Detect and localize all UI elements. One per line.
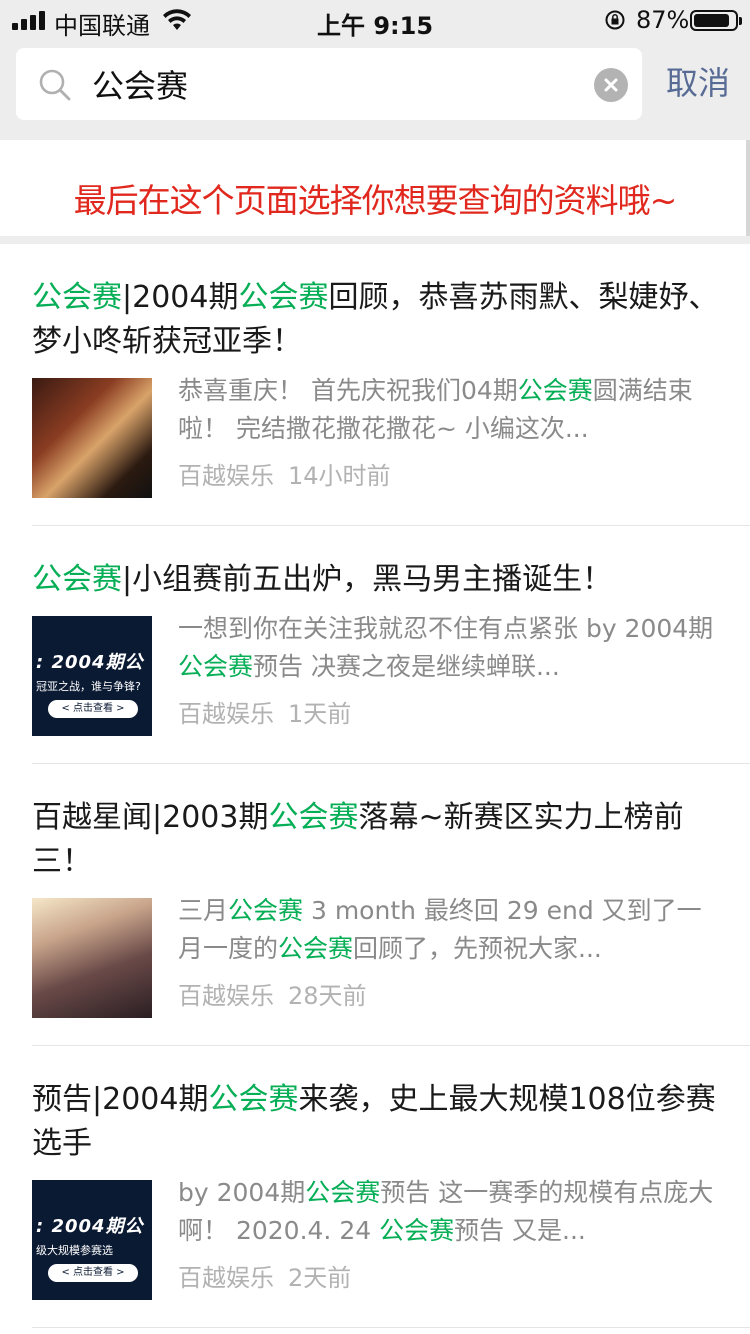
result-meta: 百越娱乐 2天前 — [178, 1258, 351, 1293]
result-time: 14小时前 — [288, 462, 391, 490]
poster-title: : 2004期公 — [36, 652, 144, 673]
battery-percent: 87% — [636, 6, 690, 34]
snippet-segment: 公会赛 — [517, 376, 593, 405]
result-thumbnail: : 2004期公 级大规模参赛选 < 点击查看 > — [32, 1180, 152, 1300]
title-segment: 预告|2004期 — [32, 1082, 209, 1117]
title-segment: 公会赛 — [238, 280, 329, 315]
poster-subtitle: 冠亚之战，谁与争锋? — [36, 680, 141, 693]
poster-button: < 点击查看 > — [48, 1264, 138, 1282]
title-segment: |小组赛前五出炉，黑马男主播诞生！ — [122, 562, 613, 597]
search-box[interactable] — [16, 48, 642, 120]
snippet-segment: 公会赛 — [379, 1216, 455, 1245]
search-input[interactable] — [92, 48, 592, 120]
result-source: 百越娱乐 — [178, 700, 274, 728]
result-meta: 百越娱乐 28天前 — [178, 976, 367, 1011]
snippet-segment: 公会赛 — [278, 934, 354, 963]
snippet-segment: 预告 又是... — [454, 1216, 586, 1245]
search-icon — [39, 69, 71, 101]
banner-edge — [746, 140, 750, 236]
poster-title: : 2004期公 — [36, 1216, 144, 1237]
result-snippet: 一想到你在关注我就忍不住有点紧张 by 2004期公会赛预告 决赛之夜是继续蝉联… — [178, 610, 718, 686]
snippet-segment: 回顾了，先预祝大家... — [353, 934, 602, 963]
result-source: 百越娱乐 — [178, 982, 274, 1010]
snippet-segment: 一想到你在关注我就忍不住有点紧张 by 2004期 — [178, 614, 714, 643]
cancel-button[interactable]: 取消 — [666, 58, 730, 104]
divider — [32, 1327, 750, 1328]
hint-banner-text: 最后在这个页面选择你想要查询的资料哦~ — [73, 181, 678, 220]
poster-button: < 点击查看 > — [48, 700, 138, 718]
result-meta: 百越娱乐 14小时前 — [178, 456, 391, 491]
result-time: 1天前 — [288, 700, 352, 728]
title-segment: 公会赛 — [268, 800, 359, 835]
result-title: 公会赛|2004期公会赛回顾，恭喜苏雨默、梨婕妤、梦小咚斩获冠亚季！ — [32, 276, 722, 364]
result-title: 百越星闻|2003期公会赛落幕~新赛区实力上榜前三！ — [32, 796, 722, 884]
result-thumbnail — [32, 898, 152, 1018]
snippet-segment: 公会赛 — [228, 896, 304, 925]
result-item-2[interactable]: 公会赛|小组赛前五出炉，黑马男主播诞生！ : 2004期公 冠亚之战，谁与争锋?… — [0, 526, 750, 764]
title-segment: 公会赛 — [32, 562, 122, 597]
status-bar: 中国联通 上午 9:15 87% — [0, 0, 750, 40]
orientation-lock-icon — [605, 10, 625, 30]
snippet-segment: 公会赛 — [305, 1178, 381, 1207]
snippet-segment: 恭喜重庆！ 首先庆祝我们04期 — [178, 376, 518, 405]
poster-subtitle: 级大规模参赛选 — [36, 1244, 113, 1257]
result-meta: 百越娱乐 1天前 — [178, 694, 351, 729]
snippet-segment: 预告 决赛之夜是继续蝉联... — [253, 652, 560, 681]
result-time: 2天前 — [288, 1264, 352, 1292]
result-time: 28天前 — [288, 982, 367, 1010]
result-list: 公会赛|2004期公会赛回顾，恭喜苏雨默、梨婕妤、梦小咚斩获冠亚季！ 恭喜重庆！… — [0, 244, 750, 1328]
snippet-segment: 三月 — [178, 896, 229, 925]
result-source: 百越娱乐 — [178, 462, 274, 490]
hint-banner: 最后在这个页面选择你想要查询的资料哦~ — [0, 140, 750, 236]
result-title: 公会赛|小组赛前五出炉，黑马男主播诞生！ — [32, 558, 722, 602]
clear-icon[interactable] — [594, 68, 628, 102]
result-item-4[interactable]: 预告|2004期公会赛来袭，史上最大规模108位参赛选手 : 2004期公 级大… — [0, 1046, 750, 1328]
result-snippet: by 2004期公会赛预告 这一赛季的规模有点庞大啊！ 2020.4. 24 公… — [178, 1174, 718, 1250]
result-snippet: 恭喜重庆！ 首先庆祝我们04期公会赛圆满结束啦！ 完结撒花撒花撒花~ 小编这次.… — [178, 372, 718, 448]
title-segment: |2004期 — [122, 280, 239, 315]
section-divider — [0, 236, 750, 244]
search-header: 取消 — [0, 40, 750, 140]
result-item-1[interactable]: 公会赛|2004期公会赛回顾，恭喜苏雨默、梨婕妤、梦小咚斩获冠亚季！ 恭喜重庆！… — [0, 244, 750, 526]
result-thumbnail: : 2004期公 冠亚之战，谁与争锋? < 点击查看 > — [32, 616, 152, 736]
snippet-segment: by 2004期 — [178, 1178, 306, 1207]
result-source: 百越娱乐 — [178, 1264, 274, 1292]
title-segment: 公会赛 — [208, 1082, 299, 1117]
result-snippet: 三月公会赛 3 month 最终回 29 end 又到了一月一度的公会赛回顾了，… — [178, 892, 718, 968]
title-segment: 百越星闻|2003期 — [32, 800, 269, 835]
title-segment: 公会赛 — [32, 280, 122, 315]
snippet-segment: 公会赛 — [178, 652, 254, 681]
result-item-3[interactable]: 百越星闻|2003期公会赛落幕~新赛区实力上榜前三！ 三月公会赛 3 month… — [0, 764, 750, 1046]
result-thumbnail — [32, 378, 152, 498]
battery-icon — [690, 10, 742, 31]
result-title: 预告|2004期公会赛来袭，史上最大规模108位参赛选手 — [32, 1078, 722, 1166]
